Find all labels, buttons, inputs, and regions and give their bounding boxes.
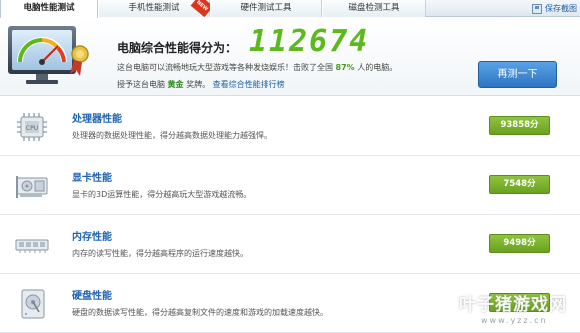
- row-description: 硬盘的数据读写性能，得分越高复制文件的速度和游戏的加载速度越快。: [72, 308, 328, 317]
- tab-bar: 电脑性能测试 手机性能测试 NEW 硬件测试工具 磁盘检测工具 保存截图: [0, 0, 580, 18]
- watermark-text: 叶子猪游戏网: [459, 295, 567, 315]
- watermark-url: www.yzz.cn: [481, 316, 548, 325]
- memory-score-badge: 9498分: [489, 234, 550, 253]
- description-suffix: 人的电脑。: [357, 63, 398, 72]
- hard-disk-icon: [21, 289, 45, 319]
- tab-label: 硬件测试工具: [240, 3, 292, 13]
- save-icon: [532, 3, 542, 14]
- row-description: 处理器的数据处理性能，得分越高数据处理能力越强悍。: [72, 131, 272, 140]
- score-title: 电脑综合性能得分为：: [117, 41, 238, 55]
- retest-button[interactable]: 再测一下: [478, 61, 557, 88]
- row-description: 内存的读写性能，得分越高程序的运行速度越快。: [72, 249, 248, 258]
- cpu-score-badge: 93858分: [489, 116, 550, 135]
- row-title: 处理器性能: [72, 114, 122, 125]
- ranking-link[interactable]: 查看综合性能排行榜: [213, 80, 285, 89]
- save-label: 保存截图: [545, 4, 577, 13]
- award-prefix: 授予这台电脑: [117, 80, 165, 89]
- svg-text:CPU: CPU: [26, 125, 38, 132]
- list-item-memory: 内存性能 内存的读写性能，得分越高程序的运行速度越快。 9498分: [0, 215, 580, 274]
- monitor-gauge-icon: [8, 26, 89, 84]
- row-title: 内存性能: [72, 232, 112, 243]
- list-item-graphics: 显卡性能 显卡的3D运算性能，得分越高玩大型游戏越流畅。 7548分: [0, 156, 580, 215]
- award-line: 授予这台电脑 黄金 奖牌。 查看综合性能排行榜: [117, 79, 285, 90]
- tab-hardware-tools[interactable]: 硬件测试工具: [210, 0, 322, 17]
- graphics-score-badge: 7548分: [489, 175, 550, 194]
- score-description: 这台电脑可以流畅地玩大型游戏等各种发烧娱乐！击败了全国 87% 人的电脑。: [117, 62, 397, 73]
- graphics-card-icon: [16, 176, 48, 198]
- watermark: 叶子猪游戏网 www.yzz.cn: [457, 290, 580, 333]
- summary-panel: 电脑综合性能得分为： 112674 这台电脑可以流畅地玩大型游戏等各种发烧娱乐！…: [0, 18, 580, 96]
- award-suffix: 奖牌。: [186, 80, 211, 89]
- beat-percent: 87%: [335, 63, 355, 72]
- tab-phone-performance[interactable]: 手机性能测试 NEW: [98, 0, 214, 18]
- tab-disk-tools[interactable]: 磁盘检测工具: [322, 0, 426, 17]
- list-item-cpu: CPU 处理器性能 处理器的数据处理性能，得分越高数据处理能力越强悍。 9385…: [0, 97, 580, 156]
- description-prefix: 这台电脑可以流畅地玩大型游戏等各种发烧娱乐！击败了全国: [117, 63, 333, 72]
- save-screenshot-button[interactable]: 保存截图: [532, 2, 577, 15]
- row-description: 显卡的3D运算性能，得分越高玩大型游戏越流畅。: [72, 190, 252, 199]
- tab-label: 手机性能测试: [128, 3, 180, 13]
- row-title: 硬盘性能: [72, 291, 112, 302]
- cpu-icon: CPU: [17, 113, 47, 141]
- tab-label: 磁盘检测工具: [348, 3, 400, 13]
- total-score: 112674: [249, 24, 370, 59]
- award-level: 黄金: [167, 80, 184, 89]
- row-title: 显卡性能: [72, 173, 112, 184]
- tab-label: 电脑性能测试: [23, 3, 75, 13]
- memory-icon: [15, 239, 49, 253]
- tab-pc-performance[interactable]: 电脑性能测试: [0, 0, 98, 18]
